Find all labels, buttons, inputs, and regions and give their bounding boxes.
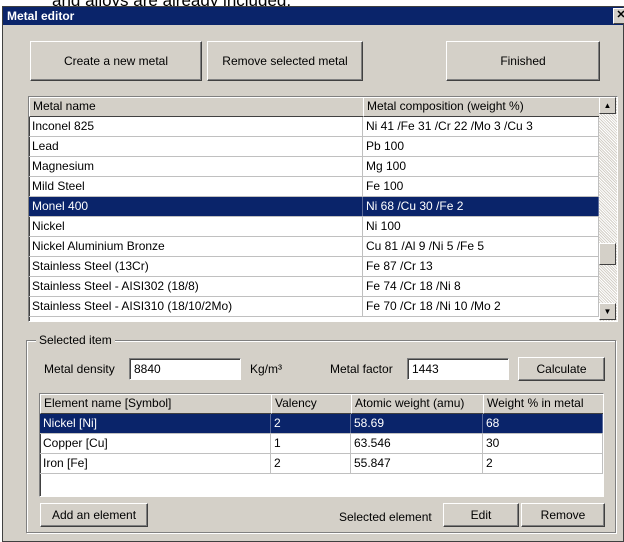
table-row[interactable]: Stainless Steel - AISI302 (18/8) Fe 74 /C…: [29, 277, 599, 297]
table-row[interactable]: Stainless Steel (13Cr) Fe 87 /Cr 13: [29, 257, 599, 277]
metal-factor-field[interactable]: 1443: [407, 358, 509, 380]
remove-metal-button[interactable]: Remove selected metal: [207, 41, 363, 81]
metal-composition-cell: Fe 87 /Cr 13: [363, 257, 599, 276]
remove-element-button[interactable]: Remove: [521, 503, 605, 527]
table-row[interactable]: Copper [Cu] 1 63.546 30: [40, 434, 603, 454]
metal-density-field[interactable]: 8840: [129, 358, 241, 380]
add-element-button[interactable]: Add an element: [40, 503, 148, 527]
elements-table-body: Nickel [Ni] 2 58.69 68 Copper [Cu] 1 63.546 30 I…: [40, 414, 603, 496]
atomic-weight-cell: 58.69: [351, 414, 483, 433]
valency-cell: 2: [271, 454, 351, 473]
metal-name-cell: Magnesium: [29, 157, 363, 176]
elements-header-valency[interactable]: Valency: [271, 394, 356, 414]
metal-composition-cell: Fe 100: [363, 177, 599, 196]
metal-editor-window: Metal editor ✕ Create a new metal Remove…: [2, 6, 624, 542]
metals-table[interactable]: Metal name Metal composition (weight %) …: [28, 96, 618, 322]
metal-factor-label: Metal factor: [330, 362, 393, 376]
title-bar: Metal editor ✕: [3, 7, 624, 25]
table-row[interactable]: Iron [Fe] 2 55.847 2: [40, 454, 603, 474]
metal-composition-cell: Fe 74 /Cr 18 /Ni 8: [363, 277, 599, 296]
metal-name-cell: Nickel: [29, 217, 363, 236]
metals-scrollbar[interactable]: ▲ ▼: [599, 97, 617, 321]
table-row[interactable]: Stainless Steel - AISI310 (18/10/2Mo) Fe …: [29, 297, 599, 317]
valency-cell: 2: [271, 414, 351, 433]
metal-name-cell: Lead: [29, 137, 363, 156]
metal-composition-cell: Ni 68 /Cu 30 /Fe 2: [363, 197, 599, 216]
density-unit-label: Kg/m³: [250, 362, 283, 376]
table-row[interactable]: Monel 400 Ni 68 /Cu 30 /Fe 2: [29, 197, 599, 217]
metal-composition-cell: Fe 70 /Cr 18 /Ni 10 /Mo 2: [363, 297, 599, 316]
elements-header-weight-pct[interactable]: Weight % in metal: [483, 394, 603, 414]
scroll-up-icon[interactable]: ▲: [599, 97, 616, 114]
metals-header-composition[interactable]: Metal composition (weight %): [363, 97, 604, 117]
elements-table[interactable]: Element name [Symbol] Valency Atomic wei…: [39, 393, 604, 497]
scroll-down-icon[interactable]: ▼: [599, 303, 616, 320]
table-row[interactable]: Mild Steel Fe 100: [29, 177, 599, 197]
element-name-cell: Copper [Cu]: [40, 434, 271, 453]
weight-pct-cell: 2: [483, 454, 603, 473]
table-row[interactable]: Lead Pb 100: [29, 137, 599, 157]
metal-composition-cell: Ni 41 /Fe 31 /Cr 22 /Mo 3 /Cu 3: [363, 117, 599, 136]
finished-button[interactable]: Finished: [446, 41, 600, 81]
metal-name-cell: Monel 400: [29, 197, 363, 216]
metals-header-name[interactable]: Metal name: [29, 97, 368, 117]
metal-composition-cell: Ni 100: [363, 217, 599, 236]
metal-name-cell: Stainless Steel (13Cr): [29, 257, 363, 276]
edit-button[interactable]: Edit: [443, 503, 519, 527]
atomic-weight-cell: 63.546: [351, 434, 483, 453]
metal-composition-cell: Cu 81 /Al 9 /Ni 5 /Fe 5: [363, 237, 599, 256]
table-row[interactable]: Nickel Aluminium Bronze Cu 81 /Al 9 /Ni 5…: [29, 237, 599, 257]
window-title: Metal editor: [7, 9, 75, 23]
metal-name-cell: Nickel Aluminium Bronze: [29, 237, 363, 256]
selected-element-label: Selected element: [339, 510, 432, 524]
weight-pct-cell: 30: [483, 434, 603, 453]
metals-table-body: Inconel 825 Ni 41 /Fe 31 /Cr 22 /Mo 3 /Cu…: [29, 117, 599, 321]
weight-pct-cell: 68: [483, 414, 603, 433]
calculate-button[interactable]: Calculate: [518, 357, 605, 381]
atomic-weight-cell: 55.847: [351, 454, 483, 473]
metal-name-cell: Inconel 825: [29, 117, 363, 136]
valency-cell: 1: [271, 434, 351, 453]
metal-density-label: Metal density: [44, 362, 115, 376]
elements-header-name[interactable]: Element name [Symbol]: [40, 394, 276, 414]
close-icon[interactable]: ✕: [613, 8, 624, 24]
metal-composition-cell: Pb 100: [363, 137, 599, 156]
metal-name-cell: Stainless Steel - AISI310 (18/10/2Mo): [29, 297, 363, 316]
element-name-cell: Iron [Fe]: [40, 454, 271, 473]
table-row[interactable]: Magnesium Mg 100: [29, 157, 599, 177]
metal-composition-cell: Mg 100: [363, 157, 599, 176]
table-row[interactable]: Inconel 825 Ni 41 /Fe 31 /Cr 22 /Mo 3 /Cu…: [29, 117, 599, 137]
elements-header-atomic-weight[interactable]: Atomic weight (amu): [351, 394, 488, 414]
create-metal-button[interactable]: Create a new metal: [30, 41, 202, 81]
scroll-thumb[interactable]: [599, 243, 616, 265]
selected-item-label: Selected item: [36, 333, 115, 347]
metal-name-cell: Mild Steel: [29, 177, 363, 196]
element-name-cell: Nickel [Ni]: [40, 414, 271, 433]
metal-name-cell: Stainless Steel - AISI302 (18/8): [29, 277, 363, 296]
table-row[interactable]: Nickel Ni 100: [29, 217, 599, 237]
table-row[interactable]: Nickel [Ni] 2 58.69 68: [40, 414, 603, 434]
